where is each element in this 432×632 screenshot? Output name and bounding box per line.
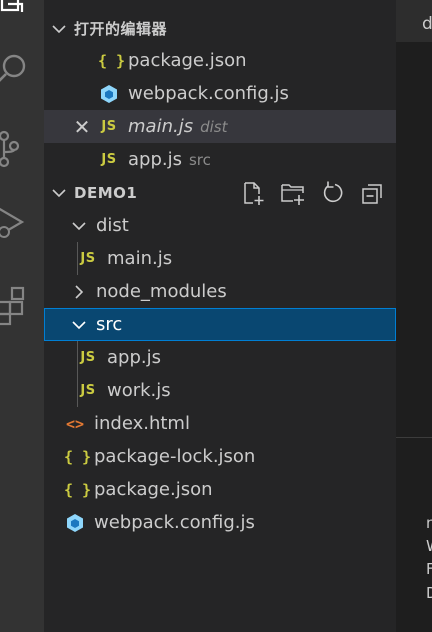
webpack-file-icon [64, 513, 86, 533]
webpack-file-icon [98, 84, 120, 104]
open-editor-label: package.json [128, 50, 247, 71]
js-file-icon: JS [80, 350, 96, 365]
collapse-all-icon[interactable] [360, 180, 386, 206]
open-editors-header[interactable]: 打开的编辑器 [44, 12, 396, 45]
editor-text-fragment: F [426, 560, 432, 578]
tree-item-label: package.json [94, 479, 213, 500]
open-editors-title: 打开的编辑器 [74, 20, 168, 38]
chevron-down-icon [50, 20, 68, 38]
tree-item-label: package-lock.json [94, 446, 256, 467]
tree-file-work-js[interactable]: JS work.js [44, 374, 396, 407]
html-file-icon: <> [65, 414, 85, 433]
explorer-sidebar: 打开的编辑器 { } package.json webpack.config.j… [44, 0, 396, 632]
open-editor-label: webpack.config.js [128, 83, 289, 104]
open-editor-item[interactable]: { } package.json [44, 44, 396, 77]
open-editor-label: app.js [128, 149, 182, 170]
explorer-folder-title: DEMO1 [74, 183, 138, 202]
explorer-icon[interactable] [0, 0, 44, 34]
tree-file-main-js[interactable]: JS main.js [44, 242, 396, 275]
tree-file-webpack-config-js[interactable]: webpack.config.js [44, 506, 396, 539]
tree-item-label: work.js [107, 380, 171, 401]
editor-tab[interactable]: d [422, 14, 432, 34]
editor-tab-bar: d [396, 0, 432, 42]
chevron-right-icon [70, 283, 88, 301]
json-file-icon: { } [64, 447, 92, 466]
run-debug-icon[interactable] [0, 200, 44, 248]
json-file-icon: { } [98, 51, 126, 70]
open-editor-label: main.js [128, 116, 194, 137]
tree-folder-dist[interactable]: dist [44, 209, 396, 242]
tree-item-label: dist [96, 215, 129, 236]
new-file-icon[interactable] [240, 180, 266, 206]
tree-item-label: app.js [107, 347, 161, 368]
tree-item-label: node_modules [96, 281, 227, 302]
new-folder-icon[interactable] [280, 180, 306, 206]
editor-text-fragment: n [426, 514, 432, 532]
open-editor-item[interactable]: JS app.js src [44, 143, 396, 176]
tree-item-label: main.js [107, 248, 173, 269]
explorer-actions [240, 176, 386, 209]
search-icon[interactable] [0, 44, 44, 92]
tree-item-label: src [96, 314, 123, 335]
indent-guide [77, 242, 78, 275]
js-file-icon: JS [101, 152, 117, 167]
chevron-down-icon [70, 316, 88, 334]
open-editor-item-active[interactable]: ✕ JS main.js dist [44, 110, 396, 143]
open-editor-item[interactable]: webpack.config.js [44, 77, 396, 110]
source-control-icon[interactable] [0, 126, 44, 174]
tree-folder-src[interactable]: src [44, 308, 396, 341]
js-file-icon: JS [101, 119, 117, 134]
indent-guide [77, 341, 78, 407]
json-file-icon: { } [64, 480, 92, 499]
editor-area: d n W F D [396, 0, 432, 632]
js-file-icon: JS [80, 383, 96, 398]
tree-file-package-lock-json[interactable]: { } package-lock.json [44, 440, 396, 473]
explorer-folder-header[interactable]: DEMO1 [44, 176, 396, 209]
editor-text-fragment: W [426, 537, 432, 555]
close-icon[interactable]: ✕ [71, 115, 93, 139]
chevron-down-icon [50, 184, 68, 202]
editor-text-fragment: D [426, 584, 432, 602]
refresh-icon[interactable] [320, 180, 346, 206]
activity-bar [0, 0, 44, 632]
tree-item-label: index.html [94, 413, 190, 434]
tree-file-app-js[interactable]: JS app.js [44, 341, 396, 374]
tree-folder-node-modules[interactable]: node_modules [44, 275, 396, 308]
tree-file-package-json[interactable]: { } package.json [44, 473, 396, 506]
extensions-icon[interactable] [0, 282, 44, 330]
panel-divider [396, 437, 432, 438]
open-editor-description: dist [200, 117, 228, 136]
js-file-icon: JS [80, 251, 96, 266]
tree-item-label: webpack.config.js [94, 512, 255, 533]
chevron-down-icon [70, 217, 88, 235]
tree-file-index-html[interactable]: <> index.html [44, 407, 396, 440]
open-editor-description: src [188, 150, 211, 169]
